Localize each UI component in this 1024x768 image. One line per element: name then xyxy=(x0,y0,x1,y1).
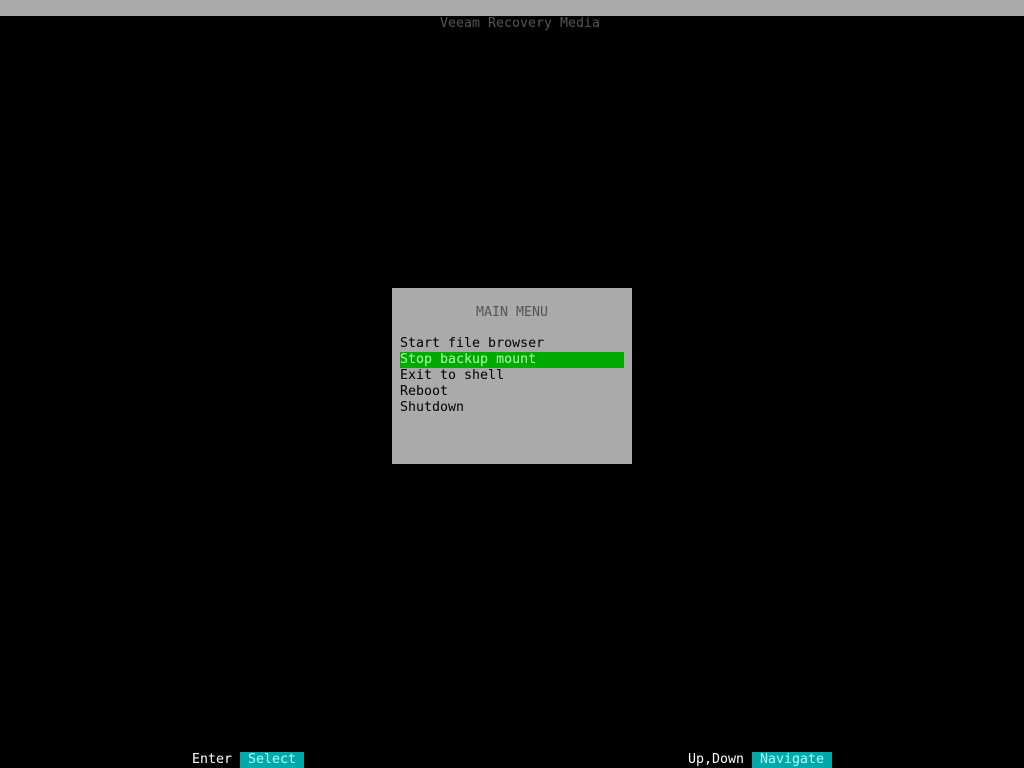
up-down-key-hint: Up,Down xyxy=(688,752,745,767)
enter-key-hint: Enter xyxy=(192,752,233,767)
menu-item-stop-backup-mount[interactable]: Stop backup mount xyxy=(400,352,624,368)
menu-item-shutdown[interactable]: Shutdown xyxy=(400,400,624,416)
menu-item-start-file-browser[interactable]: Start file browser xyxy=(400,336,624,352)
select-action-button[interactable]: Select xyxy=(240,752,305,768)
menu-item-exit-to-shell[interactable]: Exit to shell xyxy=(400,368,624,384)
menu-item-reboot[interactable]: Reboot xyxy=(400,384,624,400)
menu-title: MAIN MENU xyxy=(475,305,549,320)
main-menu-dialog: MAIN MENU Start file browser Stop backup… xyxy=(392,288,632,464)
window-title: Veeam Recovery Media xyxy=(439,16,601,31)
navigate-action-button[interactable]: Navigate xyxy=(752,752,833,768)
window-title-bar: Veeam Recovery Media xyxy=(0,0,1024,31)
menu-list: Start file browser Stop backup mount Exi… xyxy=(400,336,624,416)
